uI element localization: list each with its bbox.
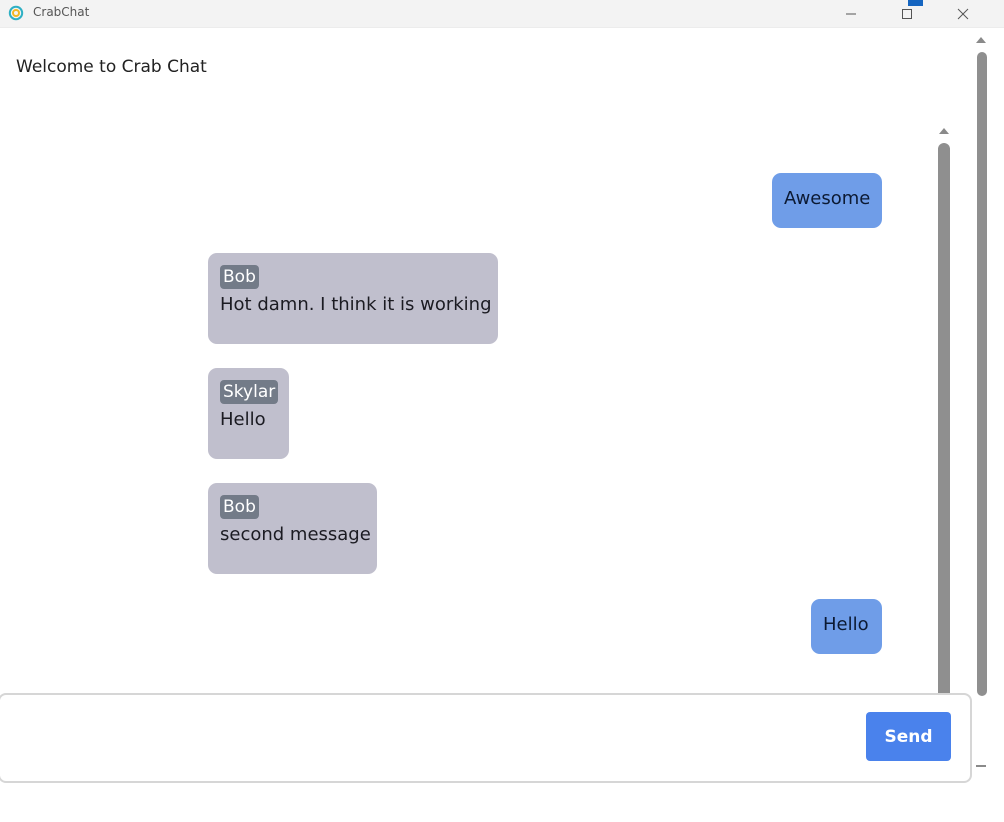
message-bubble-own: Hello [811, 599, 882, 654]
message-bubble-other: Bob second message [208, 483, 377, 574]
minimize-icon [846, 13, 856, 14]
window-titlebar: CrabChat [0, 0, 1004, 28]
message-text: Awesome [784, 188, 871, 209]
message-text: Hot damn. I think it is working [220, 294, 492, 316]
sender-name-tag: Skylar [220, 380, 279, 405]
close-icon [957, 8, 969, 19]
chat-scrollbar-thumb[interactable] [938, 143, 950, 695]
message-bubble-own: Awesome [772, 173, 882, 228]
page-scrollbar-thumb[interactable] [977, 52, 987, 696]
message-text: Hello [823, 614, 869, 635]
send-button[interactable]: Send [866, 712, 951, 761]
message-text: second message [220, 524, 371, 546]
maximize-icon [902, 8, 912, 19]
crab-chat-icon [8, 5, 24, 21]
sender-name-tag: Bob [220, 495, 259, 520]
page-title: Welcome to Crab Chat [16, 57, 207, 77]
message-input[interactable] [12, 713, 846, 755]
close-button[interactable] [940, 0, 986, 27]
chat-scroll-up-arrow[interactable] [939, 128, 949, 134]
message-bubble-other: Bob Hot damn. I think it is working [208, 253, 498, 344]
message-composer [0, 693, 972, 783]
message-bubble-other: Skylar Hello [208, 368, 289, 459]
page-scroll-down-arrow[interactable] [976, 765, 986, 767]
message-text: Hello [220, 409, 266, 431]
window-title: CrabChat [33, 5, 90, 19]
minimize-button[interactable] [828, 0, 874, 27]
page-scroll-up-arrow[interactable] [976, 37, 986, 43]
sender-name-tag: Bob [220, 265, 259, 290]
maximize-button[interactable] [884, 0, 930, 27]
